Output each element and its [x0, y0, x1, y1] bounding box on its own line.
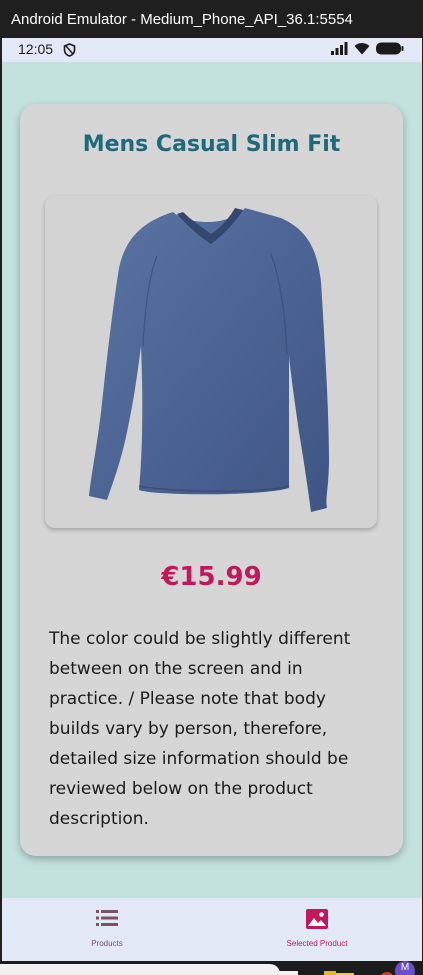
status-time: 12:05: [18, 41, 54, 57]
app-icon[interactable]: [278, 966, 298, 975]
shield-icon: [63, 43, 76, 60]
nav-item-selected-product[interactable]: Selected Product: [242, 898, 392, 961]
shirt-image: [89, 208, 329, 512]
status-bar: 12:05: [2, 38, 422, 62]
product-title: Mens Casual Slim Fit: [82, 132, 341, 157]
product-image: [45, 196, 377, 528]
window-title: Android Emulator - Medium_Phone_API_36.1…: [11, 10, 353, 28]
browser-icon[interactable]: [380, 966, 394, 975]
taskbar: [0, 961, 423, 975]
image-icon: [306, 909, 328, 931]
phone-screen: 12:05 Mens Casual Slim Fit €15.99 The co…: [2, 38, 422, 961]
nav-item-products[interactable]: Products: [32, 898, 182, 961]
product-description: The color could be slightly different be…: [49, 629, 351, 829]
status-icons: [331, 42, 404, 58]
taskbar-search-box[interactable]: [0, 964, 280, 975]
list-icon: [96, 909, 118, 931]
bottom-navigation: Products Selected Product: [2, 898, 422, 961]
battery-icon: [376, 42, 404, 58]
wifi-icon: [354, 42, 370, 58]
product-card: Mens Casual Slim Fit €15.99 The color co…: [20, 104, 403, 856]
window-titlebar: Android Emulator - Medium_Phone_API_36.1…: [0, 0, 423, 38]
avatar[interactable]: M: [395, 961, 415, 975]
product-price: €15.99: [161, 562, 262, 592]
nav-label-selected-product: Selected Product: [286, 939, 348, 948]
nav-label-products: Products: [91, 939, 123, 948]
folder-icon[interactable]: [324, 966, 354, 975]
signal-icon: [331, 42, 348, 58]
